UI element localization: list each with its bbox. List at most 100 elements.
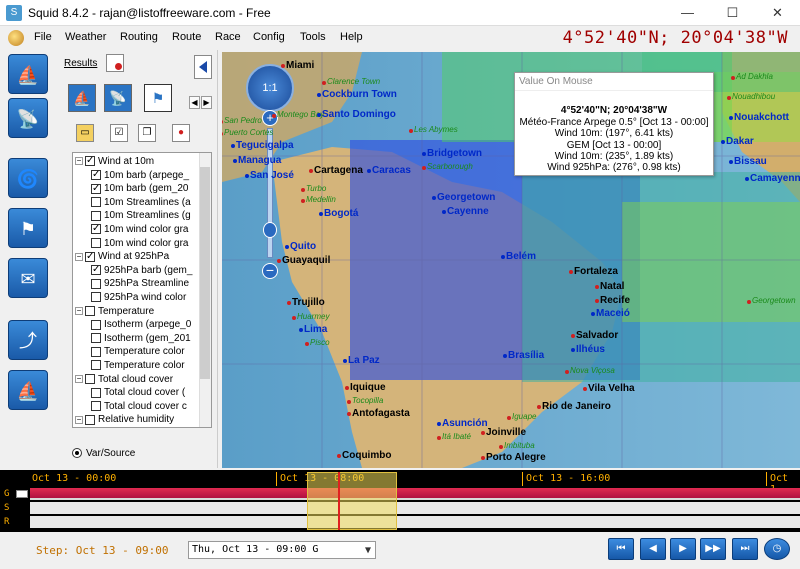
tree-item[interactable]: 10m barb (arpege_ xyxy=(91,168,189,182)
menu-route[interactable]: Route xyxy=(172,31,201,43)
tree-item[interactable]: − Wind at 10m xyxy=(75,154,154,168)
minimize-button[interactable]: — xyxy=(665,0,710,26)
timeline-cursor[interactable] xyxy=(338,472,340,530)
layer-tree[interactable]: − Wind at 10m 10m barb (arpege_ 10m barb (g… xyxy=(72,152,212,428)
layer-checkbox[interactable] xyxy=(91,210,101,221)
tree-item[interactable]: 10m Streamlines (a xyxy=(91,196,191,209)
expand-toggle-icon[interactable]: − xyxy=(75,306,83,315)
tab-next-icon[interactable]: ▶ xyxy=(201,96,212,109)
layer-checkbox[interactable] xyxy=(85,373,95,384)
tab-satellite-icon[interactable]: 📡 xyxy=(104,84,132,112)
close-button[interactable]: ✕ xyxy=(755,0,800,26)
menu-help[interactable]: Help xyxy=(340,31,363,43)
mail-download-tool-icon[interactable]: ✉ xyxy=(8,258,48,298)
wind-barb-tool-icon[interactable]: ⚑ xyxy=(8,208,48,248)
maximize-button[interactable]: ☐ xyxy=(710,0,755,26)
tree-item[interactable]: Total cloud cover ( xyxy=(91,386,185,399)
tab-prev-icon[interactable]: ◀ xyxy=(189,96,200,109)
wind-arpege: Wind 10m: (197°, 6.41 kts) xyxy=(554,128,674,139)
timeline-row-s[interactable] xyxy=(30,502,800,514)
layer-checkbox[interactable] xyxy=(91,319,101,330)
clear-results-icon[interactable] xyxy=(106,54,124,72)
zoom-dial[interactable]: 1:1 xyxy=(246,64,294,112)
play-button[interactable]: ▶ xyxy=(670,538,696,560)
eye-icon[interactable] xyxy=(16,490,28,498)
layer-checkbox[interactable] xyxy=(91,401,101,412)
timeline-selection[interactable] xyxy=(307,472,397,530)
layer-checkbox[interactable] xyxy=(91,237,101,248)
layer-checkbox[interactable] xyxy=(91,182,101,195)
layer-checkbox[interactable] xyxy=(85,305,95,316)
date-select[interactable]: Thu, Oct 13 - 09:00 G ▼ xyxy=(188,541,376,559)
expand-toggle-icon[interactable]: − xyxy=(75,415,83,424)
previous-frame-button[interactable]: ◀ xyxy=(640,538,666,560)
timeline-row-r[interactable] xyxy=(30,516,800,528)
layer-checkbox[interactable] xyxy=(85,414,95,425)
timeline[interactable]: Oct 13 - 00:00 Oct 13 - 08:00 Oct 13 - 1… xyxy=(0,470,800,532)
menu-race[interactable]: Race xyxy=(215,31,241,43)
layer-checkbox[interactable] xyxy=(85,250,95,263)
layer-checkbox[interactable] xyxy=(91,360,101,371)
layer-checkbox[interactable] xyxy=(91,168,101,181)
route-tool-icon[interactable]: ⤴ xyxy=(8,320,48,360)
boat-tool-icon[interactable]: ⛵ xyxy=(8,54,48,94)
tree-item[interactable]: 925hPa barb (gem_ xyxy=(91,263,192,277)
race-tool-icon[interactable]: ⛵ xyxy=(8,370,48,410)
expand-toggle-icon[interactable]: − xyxy=(75,252,83,261)
tree-item[interactable]: 10m barb (gem_20 xyxy=(91,182,189,195)
menu-config[interactable]: Config xyxy=(253,31,285,43)
first-frame-button[interactable]: ⏮ xyxy=(608,538,634,560)
tree-item[interactable]: − Temperature xyxy=(75,305,154,318)
tree-item[interactable]: − Relative humidity xyxy=(75,413,174,426)
var-source-radio[interactable] xyxy=(72,448,82,459)
open-folder-icon[interactable]: ▭ xyxy=(76,124,94,142)
results-link[interactable]: Results xyxy=(64,58,97,69)
tab-weather-icon[interactable]: ⚑ xyxy=(144,84,172,112)
menu-weather[interactable]: Weather xyxy=(65,31,106,43)
tree-item[interactable]: 10m wind color gra xyxy=(91,222,188,236)
delete-layer-icon[interactable]: ● xyxy=(172,124,190,142)
last-frame-button[interactable]: ⏭ xyxy=(732,538,758,560)
layer-checkbox[interactable] xyxy=(91,197,101,208)
tree-item[interactable]: 925hPa wind color xyxy=(91,291,186,304)
tab-boat-icon[interactable]: ⛵ xyxy=(68,84,96,112)
menu-file[interactable]: File xyxy=(34,31,52,43)
layer-checkbox[interactable] xyxy=(91,263,101,276)
layer-checkbox[interactable] xyxy=(91,278,101,289)
next-frame-button[interactable]: ▶▶ xyxy=(700,538,726,560)
tree-item[interactable]: Temperature color xyxy=(91,359,185,372)
duplicate-icon[interactable]: ❐ xyxy=(138,124,156,142)
layer-checkbox[interactable] xyxy=(91,292,101,303)
weather-map-tool-icon[interactable]: 🌀 xyxy=(8,158,48,198)
var-source-option[interactable]: Var/Source xyxy=(72,448,135,459)
layer-checkbox[interactable] xyxy=(91,387,101,398)
tree-scrollbar[interactable] xyxy=(199,153,211,427)
tree-item[interactable]: Temperature color xyxy=(91,345,185,358)
zoom-out-button[interactable]: − xyxy=(262,263,278,279)
collapse-panel-button[interactable] xyxy=(194,55,212,79)
chevron-down-icon[interactable]: ▼ xyxy=(365,543,371,559)
tree-item[interactable]: 10m wind color gra xyxy=(91,237,188,250)
tree-item[interactable]: Isotherm (gem_201 xyxy=(91,332,191,345)
satellite-tool-icon[interactable]: 📡 xyxy=(8,98,48,138)
layer-checkbox[interactable] xyxy=(91,346,101,357)
layer-checkbox[interactable] xyxy=(85,154,95,167)
check-all-icon[interactable]: ☑ xyxy=(110,124,128,142)
zoom-in-button[interactable]: + xyxy=(262,110,278,126)
zoom-slider-thumb[interactable] xyxy=(263,222,277,238)
clock-icon[interactable]: ◷ xyxy=(764,538,790,560)
tree-item[interactable]: − Total cloud cover xyxy=(75,373,173,386)
menu-routing[interactable]: Routing xyxy=(120,31,158,43)
city-marker xyxy=(317,113,321,117)
tree-item[interactable]: Isotherm (arpege_0 xyxy=(91,318,191,331)
expand-toggle-icon[interactable]: − xyxy=(75,157,83,166)
tree-item[interactable]: 10m Streamlines (g xyxy=(91,209,191,222)
expand-toggle-icon[interactable]: − xyxy=(75,374,83,383)
layer-checkbox[interactable] xyxy=(91,222,101,235)
layer-checkbox[interactable] xyxy=(91,333,101,344)
tree-item[interactable]: Total cloud cover c xyxy=(91,400,187,413)
scroll-thumb[interactable] xyxy=(200,167,210,379)
menu-tools[interactable]: Tools xyxy=(300,31,326,43)
tree-item[interactable]: − Wind at 925hPa xyxy=(75,250,169,263)
tree-item[interactable]: 925hPa Streamline xyxy=(91,277,189,290)
